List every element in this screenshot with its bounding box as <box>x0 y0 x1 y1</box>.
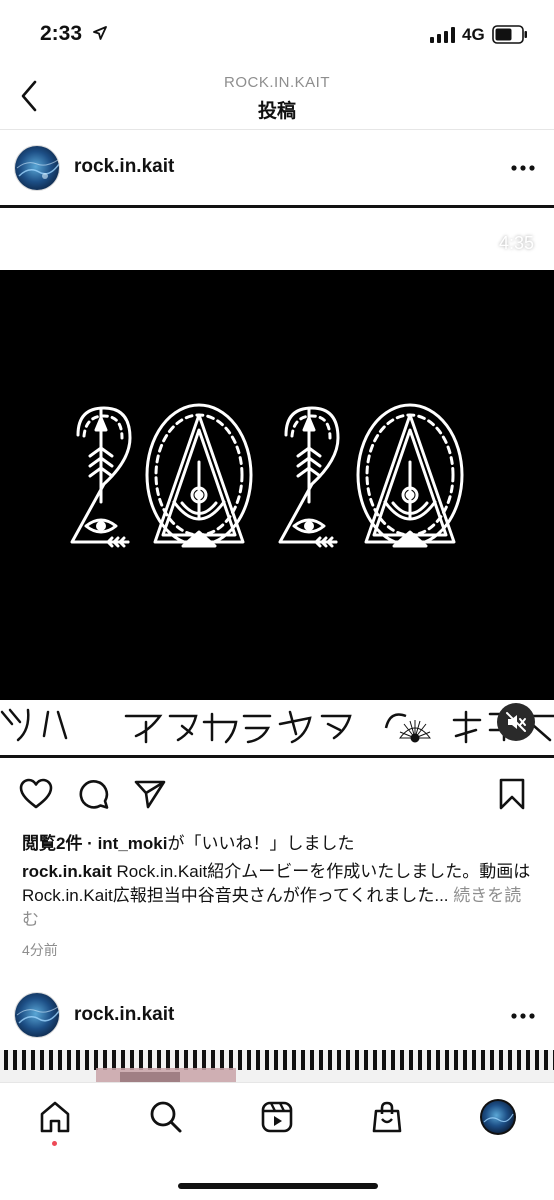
post-header-bar: ROCK.IN.KAIT 投稿 <box>0 64 554 130</box>
post-timestamp: 4分前 <box>22 942 58 958</box>
liked-by-user[interactable]: int_moki <box>98 834 168 853</box>
comment-button[interactable] <box>76 776 112 812</box>
comment-icon <box>79 780 109 809</box>
tab-shop[interactable] <box>367 1097 407 1137</box>
tab-profile[interactable] <box>478 1097 518 1137</box>
profile-avatar <box>480 1099 516 1135</box>
battery-icon <box>492 25 527 44</box>
reels-icon <box>261 1101 293 1133</box>
avatar-image <box>15 993 59 1037</box>
video-subtitle-strip <box>0 700 554 758</box>
next-post-username[interactable]: rock.in.kait <box>74 1004 174 1026</box>
piano-keys-image <box>0 1050 554 1082</box>
more-horizontal-icon <box>511 165 535 171</box>
heart-icon <box>19 778 53 809</box>
post-options-button[interactable] <box>508 158 538 178</box>
save-button[interactable] <box>494 776 530 812</box>
tab-home[interactable] <box>35 1097 75 1137</box>
home-indicator <box>178 1183 378 1189</box>
avatar[interactable] <box>14 992 60 1038</box>
view-count-label: 閲覧2件 · <box>22 834 98 853</box>
share-button[interactable] <box>132 776 168 812</box>
location-arrow-icon <box>93 26 107 40</box>
status-bar: 2:33 4G <box>0 0 554 64</box>
likes-summary[interactable]: 閲覧2件 · int_mokiが「いいね！」しました <box>22 829 542 854</box>
bookmark-icon <box>499 778 525 810</box>
caption-username[interactable]: rock.in.kait <box>22 862 112 881</box>
speaker-muted-icon <box>506 712 526 732</box>
avatar[interactable] <box>14 145 60 191</box>
mute-toggle-button[interactable] <box>497 703 535 741</box>
post-video[interactable]: 4:35 <box>0 205 554 761</box>
stylized-lyric-glyphs <box>0 708 554 744</box>
like-button[interactable] <box>18 776 54 812</box>
next-post-options-button[interactable] <box>508 1006 538 1026</box>
video-artwork <box>70 403 464 548</box>
search-icon <box>150 1101 182 1133</box>
post-username[interactable]: rock.in.kait <box>74 156 174 178</box>
next-post-media[interactable] <box>0 1050 554 1082</box>
more-horizontal-icon <box>511 1013 535 1019</box>
tab-reels[interactable] <box>257 1097 297 1137</box>
page-title: 投稿 <box>257 101 296 122</box>
next-post-author-row: rock.in.kait <box>0 978 554 1054</box>
tab-search[interactable] <box>146 1097 186 1137</box>
network-label: 4G <box>462 25 485 44</box>
avatar-image <box>15 146 59 190</box>
status-time: 2:33 <box>40 22 83 45</box>
likes-suffix: が「いいね！」しました <box>167 834 355 853</box>
bottom-tab-bar <box>0 1082 554 1200</box>
video-frame <box>0 270 554 700</box>
shopping-bag-icon <box>372 1101 402 1133</box>
post-actions <box>0 776 554 816</box>
post-caption: rock.in.kait Rock.in.Kait紹介ムービーを作成いたしました… <box>22 860 536 932</box>
send-icon <box>134 780 166 809</box>
post-author-row: rock.in.kait <box>0 130 554 206</box>
home-notification-dot <box>52 1141 57 1146</box>
video-time-remaining: 4:35 <box>498 233 534 253</box>
header-account-name: ROCK.IN.KAIT <box>223 74 330 91</box>
signal-icon <box>430 27 455 43</box>
video-top-border <box>0 205 554 208</box>
home-icon <box>40 1101 70 1133</box>
